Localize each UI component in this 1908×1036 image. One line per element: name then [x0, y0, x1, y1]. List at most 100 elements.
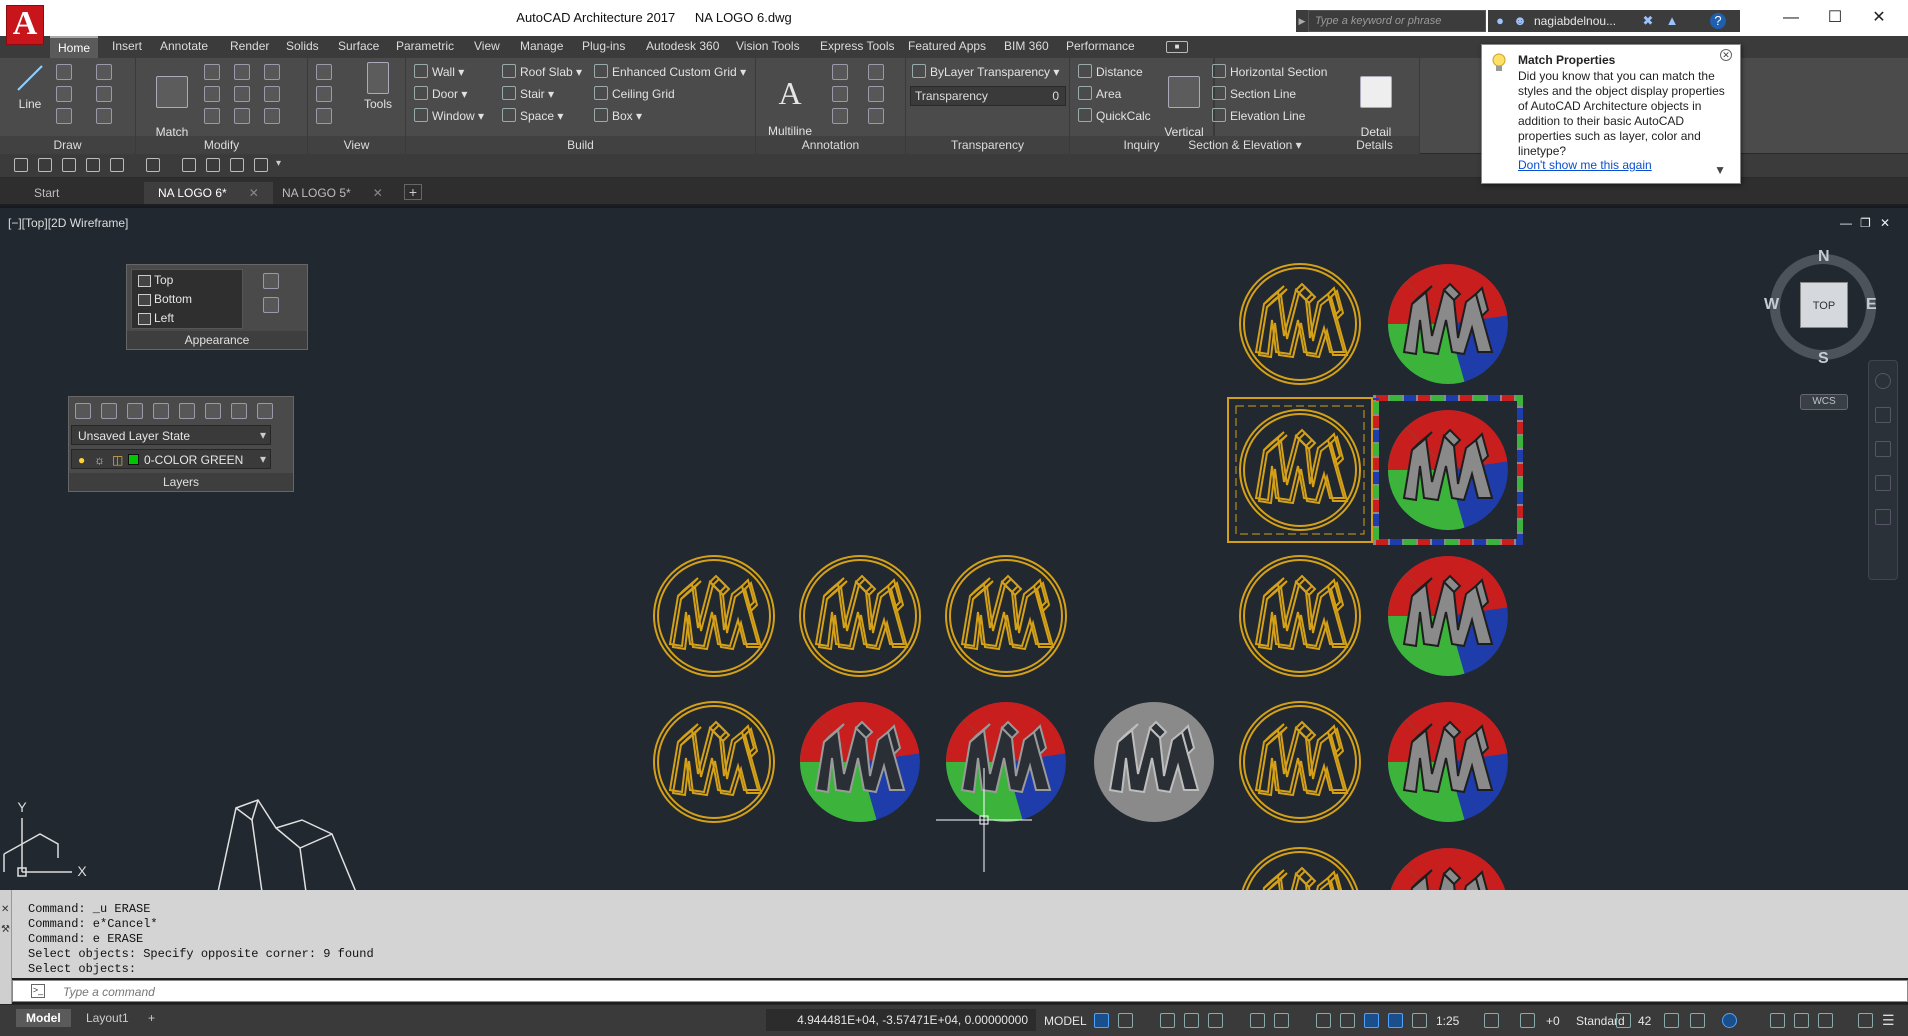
tab-na-logo-6[interactable]: NA LOGO 6* ✕: [144, 182, 273, 204]
keynote-icon[interactable]: [832, 108, 848, 124]
user-name-label[interactable]: nagiabdelnou...: [1534, 14, 1616, 28]
command-input[interactable]: >_ Type a command: [12, 980, 1908, 1002]
roof-slab-button[interactable]: Roof Slab ▾: [502, 64, 582, 79]
logo-color[interactable]: [1378, 254, 1518, 394]
drawing-viewport[interactable]: [−][Top][2D Wireframe] — ❐ ✕ Top Bottom …: [0, 206, 1908, 890]
annotation-scale-icon[interactable]: [1412, 1013, 1427, 1028]
annotation-scale-dropdown[interactable]: 1:25: [1436, 1014, 1459, 1028]
logo-gold[interactable]: [1240, 702, 1360, 822]
tab-view[interactable]: View: [474, 39, 500, 53]
move-icon[interactable]: [204, 64, 220, 80]
tab-solids[interactable]: Solids: [286, 39, 319, 53]
object-snap-tracking-icon[interactable]: [1274, 1013, 1289, 1028]
customization-menu-icon[interactable]: ☰: [1882, 1013, 1897, 1028]
logo-gold-partial[interactable]: [1240, 848, 1360, 890]
ucs-icon[interactable]: [3, 818, 72, 877]
trim-icon[interactable]: [264, 64, 280, 80]
tab-vision-tools[interactable]: Vision Tools: [736, 39, 800, 53]
mirror-icon[interactable]: [234, 86, 250, 102]
named-views-icon[interactable]: [316, 86, 332, 102]
table-icon[interactable]: [868, 86, 884, 102]
logo-gold[interactable]: [946, 556, 1066, 676]
tab-annotate[interactable]: Annotate: [160, 39, 208, 53]
properties-icon[interactable]: [206, 158, 220, 172]
steering-wheel-icon[interactable]: [1875, 373, 1891, 389]
new-icon[interactable]: [14, 158, 28, 172]
ceiling-grid-button[interactable]: Ceiling Grid: [594, 86, 675, 101]
rectangle-icon[interactable]: [56, 108, 72, 124]
stretch-icon[interactable]: [204, 108, 220, 124]
isolate-objects-icon[interactable]: [1664, 1013, 1679, 1028]
logo-gold[interactable]: [654, 702, 774, 822]
showmotion-icon[interactable]: [1875, 509, 1891, 525]
isodraft-icon[interactable]: [1250, 1013, 1265, 1028]
logo-color-dark[interactable]: [790, 692, 930, 832]
tag-icon[interactable]: [868, 64, 884, 80]
logo-color-partial[interactable]: [1378, 838, 1518, 890]
close-icon[interactable]: ✕: [1, 904, 9, 915]
dimension-icon[interactable]: [832, 64, 848, 80]
fillet-icon[interactable]: [264, 86, 280, 102]
tools-button[interactable]: Tools: [356, 62, 400, 111]
wcs-menu[interactable]: WCS: [1800, 394, 1848, 410]
wall-button[interactable]: Wall ▾: [414, 64, 464, 79]
viewcube-top-face[interactable]: TOP: [1800, 282, 1848, 328]
pan-icon[interactable]: [1875, 407, 1891, 423]
tab-express-tools[interactable]: Express Tools: [820, 39, 894, 53]
logo-gold[interactable]: [800, 556, 920, 676]
tab-surface[interactable]: Surface: [338, 39, 379, 53]
user-icon[interactable]: ☻: [1512, 13, 1528, 29]
help-search-input[interactable]: Type a keyword or phrase: [1308, 10, 1486, 32]
compass-south[interactable]: S: [1818, 350, 1829, 368]
plot-icon[interactable]: [86, 158, 100, 172]
minimize-icon[interactable]: —: [1766, 6, 1816, 30]
copy-icon[interactable]: [204, 86, 220, 102]
section-line-button[interactable]: Section Line: [1212, 86, 1296, 101]
tab-model[interactable]: Model: [16, 1009, 71, 1027]
polar-icon[interactable]: [1208, 1013, 1223, 1028]
grid-icon[interactable]: [1094, 1013, 1109, 1028]
command-prompt-icon[interactable]: >_: [31, 984, 45, 998]
logo-color[interactable]: [1378, 400, 1518, 540]
zoom-icon[interactable]: [1875, 441, 1891, 457]
model-space-toggle[interactable]: MODEL: [1044, 1014, 1087, 1028]
compass-east[interactable]: E: [1866, 296, 1877, 314]
navigation-bar[interactable]: [1868, 360, 1898, 580]
workspace-gear-icon[interactable]: [1484, 1013, 1499, 1028]
search-expand-icon[interactable]: ▶: [1296, 10, 1308, 32]
tab-manage[interactable]: Manage: [520, 39, 563, 53]
fullscreen-icon[interactable]: [1858, 1013, 1873, 1028]
logo-gold[interactable]: [654, 556, 774, 676]
close-tab-icon[interactable]: ✕: [249, 186, 259, 200]
bylayer-transparency-dropdown[interactable]: ByLayer Transparency ▾: [912, 64, 1059, 79]
tab-plugins[interactable]: Plug-ins: [582, 39, 625, 53]
clean-screen-icon[interactable]: [1722, 1013, 1737, 1028]
selection-cycling-icon[interactable]: [1794, 1013, 1809, 1028]
tab-parametric[interactable]: Parametric: [396, 39, 454, 53]
coordinates-readout[interactable]: 4.944481E+04, -3.57471E+04, 0.00000000: [766, 1009, 1036, 1031]
wrench-icon[interactable]: ⚒: [1, 924, 10, 935]
match-icon[interactable]: [182, 158, 196, 172]
annotation-panel-title[interactable]: Annotation: [756, 138, 905, 152]
ribbon-toggle-icon[interactable]: ■: [1166, 41, 1188, 53]
rotate-icon[interactable]: [234, 64, 250, 80]
lineweight-icon[interactable]: [1316, 1013, 1331, 1028]
space-button[interactable]: Space ▾: [502, 108, 563, 123]
quickcalc-button[interactable]: QuickCalc: [1078, 108, 1151, 123]
close-tab-icon[interactable]: ✕: [373, 186, 383, 200]
new-tab-button[interactable]: +: [404, 184, 422, 200]
leader-icon[interactable]: [832, 86, 848, 102]
orbit-icon[interactable]: [1875, 475, 1891, 491]
tab-na-logo-5[interactable]: NA LOGO 5* ✕: [268, 182, 397, 204]
cut-plane-height[interactable]: 42: [1638, 1014, 1651, 1028]
tab-layout1[interactable]: Layout1: [76, 1009, 139, 1027]
exchange-apps-icon[interactable]: ✖: [1640, 13, 1656, 29]
distance-button[interactable]: Distance: [1078, 64, 1143, 79]
a360-icon[interactable]: ▲: [1664, 13, 1680, 29]
hardware-acceleration-icon[interactable]: [1690, 1013, 1705, 1028]
compass-west[interactable]: W: [1764, 296, 1779, 314]
logo-color[interactable]: [1378, 692, 1518, 832]
annotation-visibility-icon[interactable]: [1364, 1013, 1379, 1028]
drawing-canvas[interactable]: Y X: [0, 208, 1908, 890]
window-button[interactable]: Window ▾: [414, 108, 484, 123]
